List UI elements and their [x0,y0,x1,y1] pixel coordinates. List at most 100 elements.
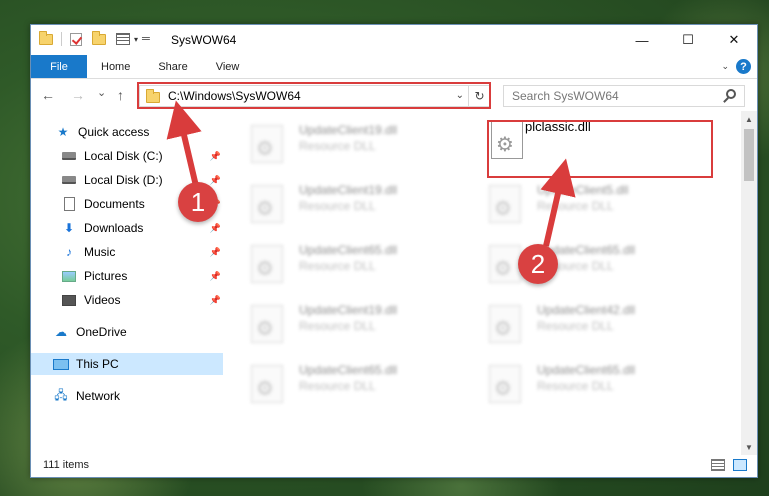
sidebar-item-this-pc[interactable]: This PC [31,353,223,375]
title-bar: ▾ ═ SysWOW64 — ☐ ✕ [31,25,757,55]
dll-file-icon [251,245,283,283]
pin-icon[interactable]: 📌 [210,247,221,258]
ribbon-tabs: File Home Share View ⌄ ? [31,55,757,79]
search-input[interactable]: Search SysWOW64 [503,85,745,107]
file-item[interactable]: UpdateClient5.dll Resource DLL [469,179,699,225]
chevron-down-icon[interactable]: ▾ [134,35,138,44]
sidebar-item-label: Downloads [84,221,144,235]
document-icon [61,197,77,211]
sidebar-item-label: Music [84,245,116,259]
vertical-scrollbar[interactable]: ▲ ▼ [741,111,757,455]
file-item[interactable]: UpdateClient19.dll Resource DLL [231,119,461,165]
scroll-thumb[interactable] [744,129,754,181]
file-name: UpdateClient65.dll [299,363,398,377]
navigation-pane: ★ Quick access Local Disk (C:) 📌 Local D… [31,117,223,457]
pin-icon[interactable]: 📌 [210,271,221,282]
file-highlight [487,120,713,178]
file-item[interactable]: UpdateClient65.dll Resource DLL [231,359,461,405]
sidebar-item-label: Network [76,389,121,403]
file-name: UpdateClient42.dll [537,303,636,317]
sidebar-item-quick-access[interactable]: ★ Quick access [31,121,223,143]
customize-toolbar-icon[interactable]: ═ [142,33,150,45]
dll-file-icon [489,245,521,283]
help-icon[interactable]: ? [736,59,751,74]
sidebar-item-pictures[interactable]: Pictures 📌 [31,265,223,287]
pin-icon[interactable]: 📌 [210,151,221,162]
dll-file-icon [251,365,283,403]
quick-access-toolbar: ▾ ═ [39,30,150,46]
file-item[interactable]: UpdateClient19.dll Resource DLL [231,179,461,225]
expand-ribbon-icon[interactable]: ⌄ [721,61,729,72]
cloud-icon: ☁ [55,325,67,339]
close-button[interactable]: ✕ [711,25,757,55]
window-title: SysWOW64 [171,33,237,47]
dll-file-icon [251,305,283,343]
details-view-icon[interactable] [711,459,725,471]
pin-icon[interactable]: 📌 [210,175,221,186]
back-button[interactable]: ← [41,87,55,103]
file-name: UpdateClient19.dll [299,123,398,137]
sidebar-item-local-disk-c[interactable]: Local Disk (C:) 📌 [31,145,223,167]
large-icons-view-icon[interactable] [733,459,747,471]
file-type: Resource DLL [537,379,614,393]
sidebar-item-music[interactable]: ♪ Music 📌 [31,241,223,263]
new-folder-icon[interactable] [92,30,106,45]
file-name: UpdateClient19.dll [299,183,398,197]
file-type: Resource DLL [537,199,614,213]
sidebar-item-network[interactable]: 🖧 Network [31,385,223,407]
file-item[interactable]: UpdateClient65.dll Resource DLL [469,359,699,405]
file-item[interactable]: UpdateClient42.dll Resource DLL [469,299,699,345]
recent-locations-button[interactable]: ⌄ [97,86,106,99]
file-type: Resource DLL [537,319,614,333]
file-item[interactable]: UpdateClient65.dll Resource DLL [469,239,699,285]
sidebar-item-label: Quick access [78,125,150,139]
tab-file[interactable]: File [31,55,87,78]
file-item[interactable]: UpdateClient19.dll Resource DLL [231,299,461,345]
sidebar-item-label: Videos [84,293,121,307]
sidebar-item-label: Documents [84,197,145,211]
toolbar-divider [61,32,62,46]
download-icon: ⬇ [63,221,75,235]
dll-file-icon [251,125,283,163]
sidebar-item-label: Local Disk (D:) [84,173,163,187]
dll-file-icon [489,365,521,403]
music-icon: ♪ [66,245,72,259]
dll-file-icon [489,305,521,343]
file-item[interactable]: UpdateClient65.dll Resource DLL [231,239,461,285]
network-icon: 🖧 [54,387,68,402]
folder-icon[interactable] [39,30,53,45]
maximize-button[interactable]: ☐ [665,25,711,55]
dll-file-icon [251,185,283,223]
pin-icon[interactable]: 📌 [210,223,221,234]
disk-icon [61,149,77,163]
videos-icon [61,293,77,307]
tab-view[interactable]: View [202,55,254,78]
address-bar-highlight [137,82,491,109]
status-bar: 111 items [31,453,757,477]
file-type: Resource DLL [299,259,376,273]
search-placeholder: Search SysWOW64 [512,89,619,103]
dll-file-icon [489,185,521,223]
sidebar-item-videos[interactable]: Videos 📌 [31,289,223,311]
step-1-badge: 1 [178,182,218,222]
tab-share[interactable]: Share [144,55,201,78]
up-button[interactable]: ↑ [117,87,124,103]
scroll-up-icon[interactable]: ▲ [741,111,757,127]
search-icon[interactable] [726,89,736,99]
sidebar-item-onedrive[interactable]: ☁ OneDrive [31,321,223,343]
properties-check-icon[interactable] [70,32,82,46]
file-name: UpdateClient65.dll [537,363,636,377]
file-name: UpdateClient19.dll [299,303,398,317]
file-type: Resource DLL [299,199,376,213]
item-count: 111 items [43,459,90,471]
pin-icon[interactable]: 📌 [210,295,221,306]
forward-button[interactable]: → [71,87,85,103]
file-type: Resource DLL [299,139,376,153]
tab-home[interactable]: Home [87,55,144,78]
properties-icon[interactable] [116,33,130,45]
sidebar-item-label: This PC [76,357,119,371]
minimize-button[interactable]: — [619,25,665,55]
step-2-badge: 2 [518,244,558,284]
star-icon: ★ [57,125,69,139]
sidebar-item-label: Local Disk (C:) [84,149,163,163]
